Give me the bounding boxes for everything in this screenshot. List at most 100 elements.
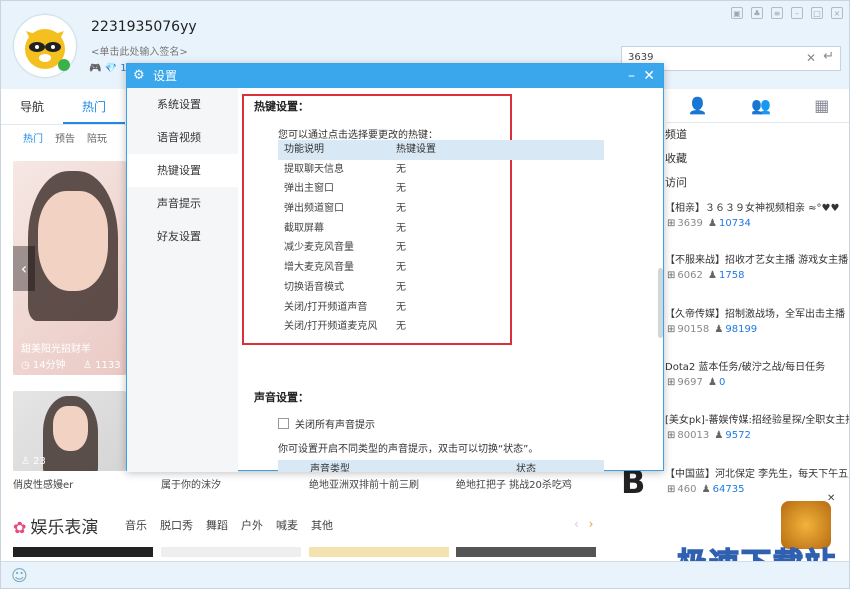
settings-dialog: ⚙ 设置 – ✕ 系统设置 语音视频 热键设置 声音提示 好友设置 热键设置： … (126, 63, 664, 472)
close-icon[interactable]: × (831, 7, 843, 19)
people-icon: ♟ (708, 270, 717, 281)
sidebar-item-sound[interactable]: 声音提示 (127, 187, 238, 220)
category-tab[interactable]: 脱口秀 (160, 517, 193, 533)
thumbnail[interactable] (309, 547, 449, 557)
username: 2231935076yy (91, 19, 197, 35)
caption-item[interactable]: 绝地扛把子 挑战20杀吃鸡 (456, 476, 572, 491)
channel-item[interactable]: 【久帝传媒】招制激战场，全军出击主播 ⊞ 90158 ♟ 98199 (665, 305, 849, 335)
card-face (38, 191, 108, 291)
link-favorite[interactable]: 收藏 (665, 147, 687, 171)
table-row[interactable]: 减少麦克风音量无 (278, 238, 604, 258)
table-row[interactable]: 切换语音模式无 (278, 278, 604, 298)
clear-icon[interactable]: ✕ (806, 51, 816, 65)
card-duration: ◷ 14分钟 (21, 360, 66, 371)
chevron-left-icon[interactable]: ‹ (574, 517, 579, 531)
minimize-icon[interactable]: – (791, 7, 803, 19)
mute-all-checkbox[interactable]: 关闭所有声音提示 (278, 416, 375, 431)
subtab-escort[interactable]: 陪玩 (87, 125, 107, 155)
people-icon: ♟ (708, 218, 717, 229)
shirt-icon[interactable]: ♣ (751, 7, 763, 19)
table-row[interactable]: 关闭/打开频道麦克风无 (278, 317, 604, 337)
channel-item[interactable]: 【中国蓝】河北保定 李先生，每天下午五点 ⊞ 460 ♟ 64735 (665, 465, 849, 495)
menu-icon[interactable]: ≡ (771, 7, 783, 19)
category-tabs: 音乐 脱口秀 舞蹈 户外 喊麦 其他 (125, 517, 333, 533)
channel-item[interactable]: [美女pk]-蕃娱传媒:招经验星探/全职女主播 ⊞ 80013 ♟ 9572 (665, 411, 849, 441)
section-title: ✿ 娱乐表演 (13, 518, 99, 538)
nav-tabs: 导航 热门 (1, 89, 127, 125)
close-icon[interactable]: ✕ (827, 493, 835, 504)
caption-item[interactable]: 绝地亚洲双排前十前三刷 (309, 476, 419, 491)
gamepad-icon[interactable]: 🎮 (89, 63, 101, 74)
tab-nav[interactable]: 导航 (1, 89, 63, 124)
id-icon: ⊞ (667, 430, 676, 441)
category-tab[interactable]: 户外 (241, 517, 263, 533)
close-icon[interactable]: ✕ (643, 64, 655, 88)
thumbnail[interactable] (456, 547, 596, 557)
hotkey-table: 功能说明 热键设置 提取聊天信息无 弹出主窗口无 弹出频道窗口无 截取屏幕无 减少… (278, 140, 604, 337)
link-visit[interactable]: 访问 (665, 171, 687, 195)
sound-table-header: 声音类型 状态 (278, 460, 604, 472)
caption-item[interactable]: 属于你的沫汐 (161, 476, 221, 491)
sidebar-item-hotkey[interactable]: 热键设置 (127, 154, 238, 187)
channel-item[interactable]: 【不服来战】招收才艺女主播 游戏女主播 ⊞ 6062 ♟ 1758 (665, 251, 849, 281)
grid-icon[interactable]: ▦ (814, 96, 829, 115)
thumbnail[interactable] (161, 547, 301, 557)
dialog-titlebar: ⚙ 设置 – ✕ (127, 64, 663, 88)
right-links: 频道 收藏 访问 (665, 123, 687, 195)
settings-sidebar: 系统设置 语音视频 热键设置 声音提示 好友设置 (127, 88, 238, 472)
id-icon: ⊞ (667, 218, 676, 229)
category-tab[interactable]: 喊麦 (276, 517, 298, 533)
sidebar-item-friends[interactable]: 好友设置 (127, 220, 238, 253)
thumbnail[interactable] (13, 547, 153, 557)
card-face (53, 406, 88, 451)
sub-tabs: 热门 预告 陪玩 (1, 125, 127, 155)
chevron-right-icon[interactable]: › (589, 517, 594, 531)
channel-item[interactable]: 【相亲】３６３９女神视频相亲 ≈°♥♥ ⊞ 3639 ♟ 10734 (665, 199, 849, 229)
diamond-icon[interactable]: 💎 (105, 63, 117, 74)
table-header: 功能说明 热键设置 (278, 140, 604, 160)
status-row: 🎮 💎 1 (89, 63, 127, 74)
category-tab[interactable]: 音乐 (125, 517, 147, 533)
category-tab[interactable]: 舞蹈 (206, 517, 228, 533)
friends-icon[interactable]: 👥 (751, 96, 771, 115)
table-row[interactable]: 关闭/打开频道声音无 (278, 298, 604, 318)
sidebar-item-av[interactable]: 语音视频 (127, 121, 238, 154)
id-icon: ⊞ (667, 324, 676, 335)
right-panel-tabs: 👤 👥 ▦ (666, 89, 849, 123)
skin-icon[interactable]: ▣ (731, 7, 743, 19)
gear-icon: ⚙ (133, 68, 145, 83)
category-tab[interactable]: 其他 (311, 517, 333, 533)
card-viewers: ♙ 23 (21, 456, 46, 467)
channel-item[interactable]: Dota2 蓝本任务/破泞之战/每日任务 ⊞ 9697 ♟ 0 (665, 358, 849, 388)
dialog-title: 设置 (153, 69, 178, 83)
table-row[interactable]: 弹出频道窗口无 (278, 199, 604, 219)
id-icon: ⊞ (667, 270, 676, 281)
hotkey-desc: 您可以通过点击选择要更改的热键： (278, 130, 438, 141)
maximize-icon[interactable]: □ (811, 7, 823, 19)
subtab-hot[interactable]: 热门 (23, 125, 43, 155)
enter-icon[interactable]: ↵ (823, 49, 834, 64)
avatar[interactable] (14, 15, 76, 77)
link-channel[interactable]: 频道 (665, 123, 687, 147)
checkbox[interactable] (278, 418, 289, 429)
caption-item[interactable]: 俏皮性感嫚er (13, 476, 73, 491)
user-icon[interactable]: 👤 (688, 96, 708, 115)
minimize-icon[interactable]: – (628, 64, 635, 88)
table-row[interactable]: 截取屏幕无 (278, 219, 604, 239)
sidebar-item-system[interactable]: 系统设置 (127, 88, 238, 121)
sound-desc: 你可设置开启不同类型的声音提示，双击可以切换“状态”。 (278, 444, 539, 455)
search-value: 3639 (628, 52, 654, 63)
table-row[interactable]: 提取聊天信息无 (278, 160, 604, 180)
people-icon: ♟ (714, 430, 724, 441)
card-viewers: ♙ 1133 (83, 360, 121, 371)
live-card[interactable]: ♙ 23 (13, 391, 126, 471)
carousel-prev-icon[interactable]: ‹ (13, 246, 35, 291)
signature-field[interactable]: <单击此处输入签名> (91, 43, 188, 58)
mascot-icon[interactable]: ☺ (11, 566, 28, 585)
id-icon: ⊞ (667, 484, 676, 495)
scrollbar[interactable] (658, 268, 663, 338)
tab-hot[interactable]: 热门 (63, 89, 125, 124)
table-row[interactable]: 增大麦克风音量无 (278, 258, 604, 278)
subtab-preview[interactable]: 预告 (55, 125, 75, 155)
table-row[interactable]: 弹出主窗口无 (278, 179, 604, 199)
